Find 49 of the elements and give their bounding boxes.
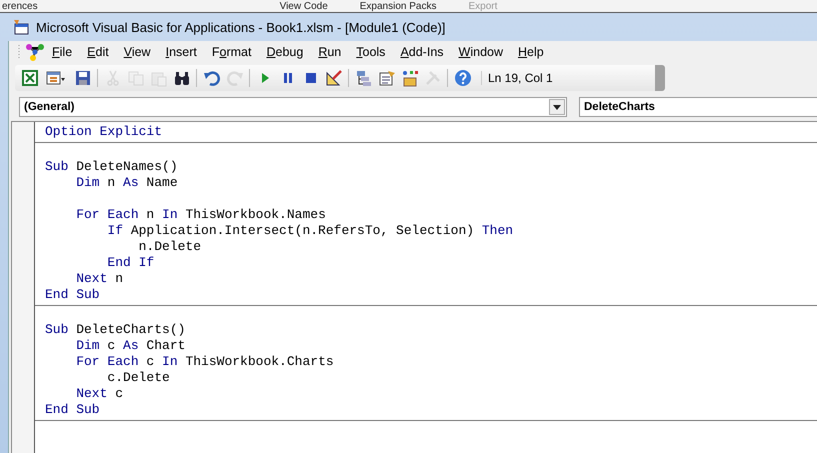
excel-icon[interactable] <box>20 69 38 87</box>
cursor-position: Ln 19, Col 1 <box>481 71 553 85</box>
code-line: Next c <box>75 386 124 402</box>
menu-item[interactable]: Edit <box>80 43 117 61</box>
code-line: If Application.Intersect(n.RefersTo, Selection) Then <box>106 223 514 239</box>
code-line: c.Delete <box>106 370 171 386</box>
ribbon-label: erences <box>1 1 39 12</box>
code-line: For Each c In ThisWorkbook.Charts <box>75 354 335 370</box>
code-line: Sub DeleteCharts() <box>44 322 186 338</box>
menu-item[interactable]: Window <box>452 43 512 61</box>
code-line: Sub DeleteNames() <box>44 159 179 175</box>
code-line: Dim n As Name <box>75 175 179 191</box>
menu-item[interactable]: Tools <box>349 43 394 61</box>
grip-handle-icon <box>17 44 21 60</box>
properties-icon[interactable] <box>378 69 396 87</box>
object-dropdown[interactable]: (General) <box>19 97 567 117</box>
ribbon-label: Export <box>467 1 498 12</box>
code-editor[interactable] <box>11 121 817 453</box>
binoculars-icon[interactable] <box>172 69 190 87</box>
procedure-dropdown[interactable]: DeleteCharts <box>579 97 817 117</box>
code-line: Option Explicit <box>44 124 164 140</box>
dropdown-arrow-icon <box>553 104 561 110</box>
molecule-icon[interactable] <box>25 43 45 61</box>
ribbon-label: View Code <box>278 1 329 12</box>
code-line: End Sub <box>44 287 101 303</box>
menu-item[interactable]: View <box>116 43 159 61</box>
window-title: Microsoft Visual Basic for Applications - Book1.xlsm - [Module1 (Code)] <box>36 20 446 34</box>
code-line: n.Delete <box>138 239 202 255</box>
app-icon <box>12 18 30 36</box>
menu-item[interactable]: Format <box>204 43 260 61</box>
undo-icon[interactable] <box>202 69 220 87</box>
menu-item[interactable]: Run <box>311 43 350 61</box>
menu-item[interactable]: File <box>45 43 80 61</box>
menu-item[interactable]: Help <box>511 43 552 61</box>
code-line: Next n <box>75 271 124 287</box>
menu-item[interactable]: Debug <box>259 43 312 61</box>
help-icon[interactable] <box>454 69 472 87</box>
code-line: Dim c As Chart <box>75 338 186 354</box>
form-icon[interactable] <box>46 69 66 87</box>
code-line: End Sub <box>44 402 101 418</box>
save-icon[interactable] <box>74 69 92 87</box>
code-line: End If <box>106 255 156 271</box>
project-tree-icon[interactable] <box>354 69 372 87</box>
menu-item[interactable]: Insert <box>158 43 205 61</box>
ruler-pencil-icon[interactable] <box>324 69 342 87</box>
menu-item[interactable]: Add-Ins <box>393 43 452 61</box>
ribbon-label: Expansion Packs <box>358 1 438 12</box>
box-shapes-icon[interactable] <box>400 69 418 87</box>
code-line: For Each n In ThisWorkbook.Names <box>75 207 327 223</box>
